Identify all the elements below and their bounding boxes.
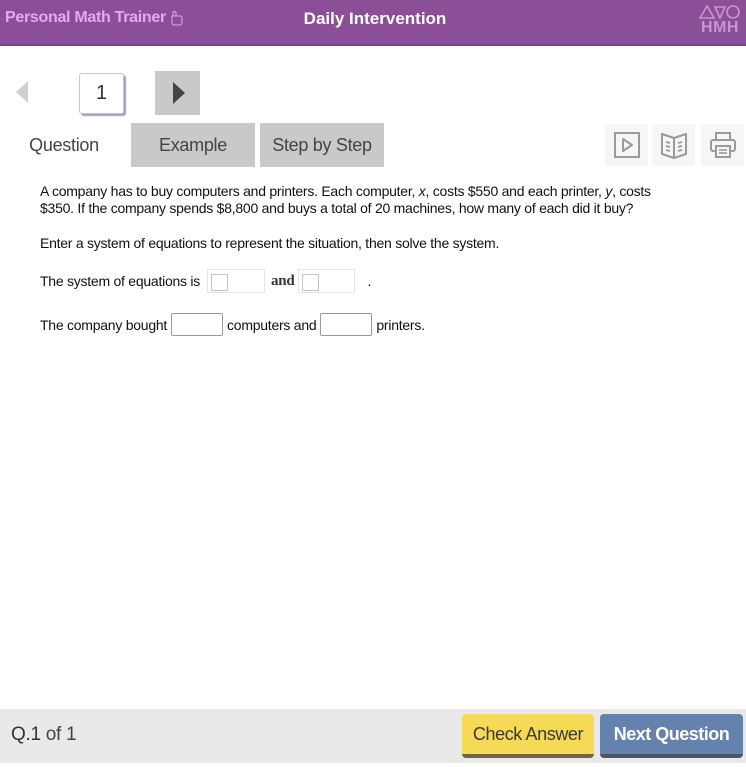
ebook-button[interactable]	[652, 124, 695, 166]
instruction-text: Enter a system of equations to represent…	[40, 235, 500, 251]
next-page-button[interactable]	[155, 71, 200, 115]
and-label: and	[271, 272, 295, 289]
question-counter: Q.1 of 1	[11, 724, 77, 746]
printers-label: printers.	[376, 316, 425, 333]
tab-step-by-step[interactable]: Step by Step	[260, 123, 384, 167]
hmh-logo-text: HMH	[701, 19, 739, 36]
problem-statement: A company has to buy computers and print…	[40, 183, 680, 217]
problem-text-1: A company has to buy computers and print…	[40, 183, 419, 199]
problem-text-2: , costs $550 and each printer,	[425, 183, 606, 199]
system-of-equations-row: The system of equations is and .	[40, 269, 371, 293]
tab-example[interactable]: Example	[131, 123, 255, 167]
page-title-text: Daily Intervention	[303, 9, 447, 28]
top-bar: Personal Math Trainer Daily Intervention…	[0, 0, 746, 46]
question-content: A company has to buy computers and print…	[40, 183, 680, 336]
tab-question[interactable]: Question	[0, 123, 128, 167]
open-book-icon	[660, 133, 687, 159]
system-label: The system of equations is	[40, 273, 201, 289]
current-page-number[interactable]: 1	[79, 73, 124, 114]
computers-label: computers and	[227, 316, 317, 333]
previous-page-arrow-icon[interactable]	[16, 81, 28, 103]
print-button[interactable]	[701, 124, 744, 166]
question-number: Q.1	[11, 724, 41, 745]
equation-2-input[interactable]	[298, 269, 356, 293]
computers-input[interactable]	[171, 313, 224, 336]
page-title: Daily Intervention	[0, 9, 746, 29]
footer-bar: Q.1 of 1 Check Answer Next Question	[0, 709, 746, 763]
printers-input[interactable]	[320, 313, 373, 336]
math-placeholder-box	[302, 274, 320, 291]
next-arrow-icon	[173, 82, 185, 104]
equation-1-input[interactable]	[207, 269, 266, 293]
play-video-icon	[613, 132, 640, 158]
hmh-logo: HMH	[697, 4, 743, 40]
video-button[interactable]	[605, 124, 648, 166]
question-total: of 1	[45, 724, 77, 745]
printer-icon	[709, 132, 736, 158]
question-pager: 1	[0, 70, 746, 116]
next-question-button[interactable]: Next Question	[600, 714, 743, 758]
variable-x: x	[418, 183, 426, 199]
hmh-shapes-icon	[698, 4, 740, 20]
solution-row: The company bought computers and printer…	[40, 313, 425, 336]
period: .	[367, 273, 372, 289]
check-answer-button[interactable]: Check Answer	[462, 714, 594, 758]
bought-label: The company bought	[40, 316, 168, 333]
math-placeholder-box	[211, 274, 229, 291]
